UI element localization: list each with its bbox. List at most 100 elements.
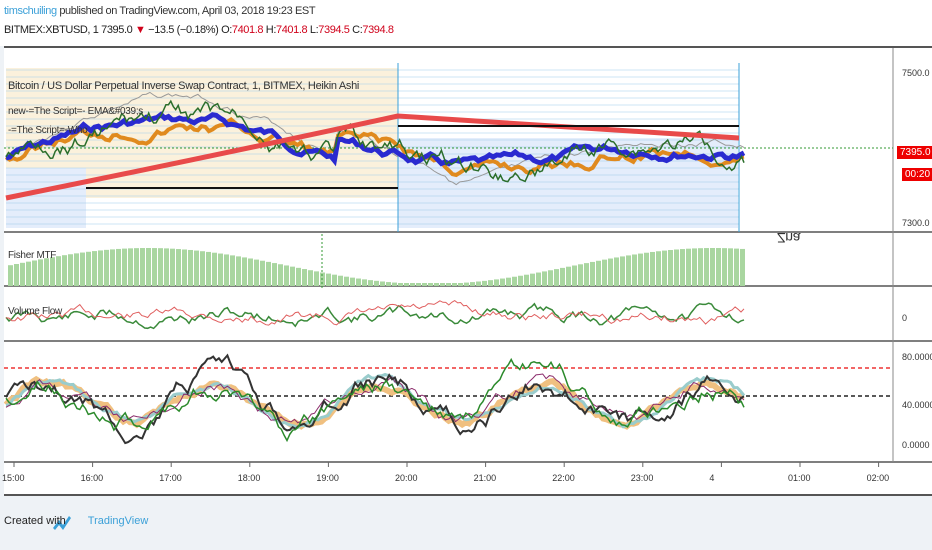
ohlc-line: BITMEX:XBTUSD, 1 7395.0 ▼ −13.5 (−0.18%)… [4,24,394,36]
fisher-bar [458,283,463,286]
fisher-bar [122,248,127,286]
fisher-bar [86,251,91,286]
study-who-label[interactable]: -=The Script=-Who [8,125,88,136]
open-label: O: [221,24,232,36]
fisher-bar [278,264,283,286]
fisher-bar [386,282,391,286]
fisher-bar [152,248,157,286]
fisher-bar [644,252,649,286]
fisher-bar [716,248,721,286]
fisher-bar [410,283,415,286]
fisher-bar [20,262,25,286]
fisher-bar [230,255,235,286]
fisher-bar [482,280,487,286]
time-tick: 18:00 [237,473,261,483]
fisher-bar [446,283,451,286]
fisher-bar [740,248,745,286]
fisher-bar [584,263,589,286]
fisher-bar [566,266,571,286]
tradingview-link[interactable]: TradingView [88,515,149,527]
fisher-bar [260,260,265,286]
fisher-bar [650,251,655,286]
symbol[interactable]: BITMEX:XBTUSD, 1 [4,24,99,36]
fisher-bar [98,250,103,286]
fisher-bar [524,274,529,286]
fisher-bar [608,258,613,286]
down-arrow-icon: ▼ [135,24,146,36]
fisher-bar [26,261,31,286]
fisher-bar [470,282,475,286]
fisher-bar [572,265,577,286]
time-tick: 23:00 [630,473,654,483]
fisher-bar [680,249,685,286]
fisher-bar [194,250,199,286]
fisher-bar [494,279,499,286]
fisher-bar [104,249,109,286]
fisher-bar [416,283,421,286]
fisher-bar [8,265,13,286]
fisher-bar [440,283,445,286]
fisher-bar [302,269,307,286]
fisher-bar [590,261,595,286]
fisher-bar [254,259,259,286]
fisher-bar [452,283,457,286]
fisher-bar [182,249,187,286]
open-value: 7401.8 [231,24,264,36]
fisher-bar [38,259,43,286]
fisher-bar [578,264,583,286]
study-ema-label[interactable]: new-=The Script=- EMA&#039;s [8,106,143,117]
fisher-bar [692,248,697,286]
fisher-bar [464,282,469,286]
chart-canvas[interactable] [4,48,932,494]
fisher-bar [662,250,667,286]
author-link[interactable]: timschuiling [4,5,57,17]
osc-tick: 80.0000 [902,352,932,362]
fisher-bar [476,281,481,286]
fisher-bar [350,277,355,286]
last-price: 7395.0 [101,24,133,36]
fisher-bar [332,274,337,286]
fisher-bar [326,273,331,286]
fisher-bar [374,280,379,286]
fisher-bar [536,272,541,286]
fisher-bar [602,259,607,286]
chart-header: timschuiling published on TradingView.co… [0,0,932,46]
fisher-bar [62,255,67,286]
bar-countdown: 00:20 [902,168,932,181]
fisher-bar [488,280,493,286]
fisher-bar [554,269,559,286]
time-tick: 22:00 [552,473,575,483]
fisher-bar [128,248,133,286]
time-tick: 17:00 [159,473,182,483]
fisher-bar [506,277,511,286]
close-value: 7394.8 [362,24,394,36]
fisher-bar [632,254,637,286]
fisher-bar [698,248,703,286]
fisher-bar [626,255,631,286]
fisher-bar [668,250,673,286]
fisher-bar [74,253,79,286]
fisher-bar [218,253,223,286]
time-tick: 02:00 [866,473,890,483]
fisher-bar [338,275,343,286]
fisher-bar [170,248,175,286]
high-value: 7401.8 [275,24,308,36]
low-label: L: [309,24,319,36]
fisher-bar [686,248,691,286]
volume-flow-title[interactable]: Volume Flow [8,306,62,317]
fisher-bar [368,280,373,286]
fisher-title[interactable]: Fisher MTF [8,250,56,261]
low-value: 7394.5 [318,24,350,36]
fisher-bar [140,248,145,286]
chart-area[interactable]: Bitcoin / US Dollar Perpetual Inverse Sw… [2,46,932,496]
price-tick: 7500.0 [902,68,930,78]
fisher-bar [710,248,715,286]
fisher-bar [722,248,727,286]
osc-tick: 40.0000 [902,400,932,410]
fisher-bar [548,270,553,286]
fisher-bar [596,260,601,286]
fisher-bar [50,257,55,286]
fisher-bar [290,266,295,286]
fisher-bar [284,265,289,286]
fisher-bar [356,278,361,286]
